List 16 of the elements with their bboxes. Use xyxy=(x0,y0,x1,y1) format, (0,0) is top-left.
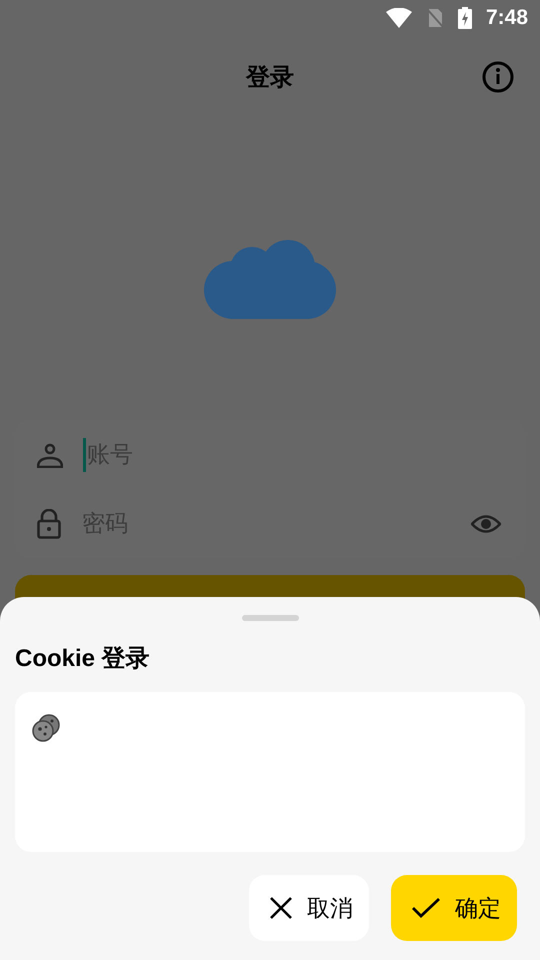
info-icon[interactable] xyxy=(482,61,514,93)
check-icon xyxy=(411,897,441,919)
sheet-title: Cookie 登录 xyxy=(15,644,151,674)
screen-title: 登录 xyxy=(246,62,294,92)
cancel-button[interactable]: 取消 xyxy=(249,875,369,941)
wifi-icon xyxy=(386,8,412,28)
cookie-icon xyxy=(32,714,60,742)
eye-icon[interactable] xyxy=(471,512,501,534)
cookie-input-field[interactable] xyxy=(15,692,525,852)
drag-handle[interactable] xyxy=(242,615,298,621)
person-icon xyxy=(37,442,63,468)
lock-icon xyxy=(37,508,61,538)
status-time: 7:48 xyxy=(486,6,528,30)
close-icon xyxy=(269,896,293,920)
battery-charging-icon xyxy=(458,6,472,28)
confirm-button[interactable]: 确定 xyxy=(391,875,517,941)
